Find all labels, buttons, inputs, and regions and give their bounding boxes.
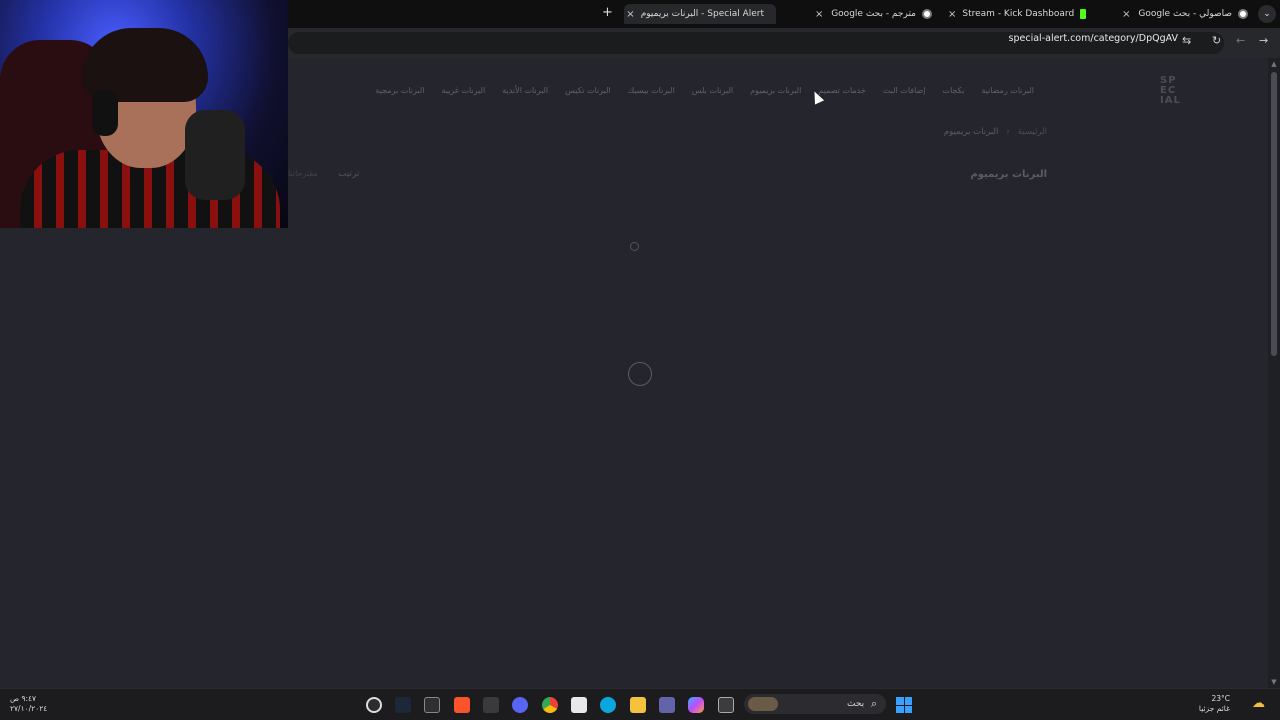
site-settings-icon[interactable]: ⇆ [1182,35,1191,47]
microphone [185,110,245,200]
search-highlight-image [748,697,778,711]
brave-icon[interactable] [454,697,470,713]
nav-item[interactable]: البرنات برمجية [375,86,424,95]
nav-item[interactable]: البرنات بيسيك [628,86,675,95]
site-nav: البرنات رمضانية بكجات إضافات البث خدمات … [375,86,1034,95]
scroll-up-icon[interactable]: ▲ [1269,60,1279,68]
loading-spinner [628,362,652,386]
steam-icon[interactable] [395,697,411,713]
close-icon[interactable]: × [626,9,634,20]
back-icon[interactable]: ← [1236,35,1245,47]
partly-cloudy-icon: ☁ [1252,696,1265,711]
google-icon [922,9,932,19]
tab-title: مترجم - بحث Google [831,9,916,19]
screen: ⌄ صاصولي - بحث Google × Stream - Kick Da… [0,0,1280,720]
nav-item[interactable]: خدمات تصميم [818,86,865,95]
taskbar-clock[interactable]: ٩:٤٧ ص ٢٧/١٠/٢٠٢٤ [10,694,47,714]
nav-item[interactable]: البرنات بريميوم [750,86,801,95]
nav-item[interactable]: البرنات تكيس [565,86,610,95]
discord-icon[interactable] [512,697,528,713]
reload-icon[interactable]: ↻ [1212,35,1221,47]
nav-item[interactable]: بكجات [943,86,965,95]
weather-temperature: 23°C [1211,694,1230,703]
page-scrollbar[interactable]: ▲ ▼ [1268,58,1280,688]
nav-item[interactable]: البرنات بلس [692,86,733,95]
nav-item[interactable]: إضافات البث [883,86,926,95]
nav-item[interactable]: البرنات غريبة [441,86,485,95]
tab-special-alert[interactable]: Special Alert - البرنات بريميوم × [624,4,776,24]
scroll-down-icon[interactable]: ▼ [1269,678,1279,686]
windows-start-icon[interactable] [896,697,912,713]
google-icon [1238,9,1248,19]
copilot-icon[interactable] [688,697,704,713]
tab-search-button[interactable]: ⌄ [1258,5,1276,23]
weather-description: غائم جزئيا [1198,704,1230,713]
url-text[interactable]: special-alert.com/category/DpQgAV [1009,33,1178,44]
tab-google-search[interactable]: صاصولي - بحث Google × [1098,4,1254,24]
kick-icon [1080,9,1086,19]
tab-title: صاصولي - بحث Google [1138,9,1232,19]
clock-date: ٢٧/١٠/٢٠٢٤ [10,704,48,713]
webcam-overlay [0,0,288,228]
close-icon[interactable]: × [948,9,956,20]
new-tab-button[interactable]: + [602,6,613,20]
breadcrumb-home[interactable]: الرئيسية [1018,127,1047,137]
tab-translator-search[interactable]: مترجم - بحث Google × [786,4,938,24]
breadcrumb-separator: ‹ [1006,127,1010,137]
suggestions-label[interactable]: مقترحاتنا [288,169,318,178]
breadcrumb: الرئيسية ‹ البرنات بريميوم [944,127,1047,137]
headphones-icon [92,90,118,136]
nav-item[interactable]: البرنات الأندية [502,86,548,95]
chrome-icon[interactable] [542,697,558,713]
search-icon: ⌕ [871,697,878,710]
nav-item[interactable]: البرنات رمضانية [981,86,1034,95]
chevron-down-icon: ⌄ [1263,9,1271,19]
loading-spinner-small [630,242,639,251]
tab-kick-dashboard[interactable]: Stream - Kick Dashboard × [942,4,1092,24]
edge-icon[interactable] [600,697,616,713]
breadcrumb-current: البرنات بريميوم [943,127,999,137]
search-placeholder[interactable]: بحث [847,699,864,709]
clock-time: ٩:٤٧ ص [10,694,37,703]
scrollbar-thumb[interactable] [1271,72,1277,356]
clock-app-icon[interactable] [366,697,382,713]
obs-icon[interactable] [483,697,499,713]
xbox-icon[interactable] [424,697,440,713]
taskbar-weather[interactable]: 23°C غائم جزئيا [1199,694,1230,714]
close-icon[interactable]: × [813,9,825,20]
file-explorer-icon[interactable] [630,697,646,713]
tab-title: Special Alert - البرنات بريميوم [640,9,764,19]
teams-icon[interactable] [659,697,675,713]
task-view-icon[interactable] [718,697,734,713]
sort-button[interactable]: ترتيب [338,169,360,179]
close-icon[interactable]: × [1120,9,1132,20]
store-icon[interactable] [571,697,587,713]
site-logo[interactable]: SP EC IAL [1160,76,1196,108]
tab-title: Stream - Kick Dashboard [962,9,1075,19]
forward-icon[interactable]: → [1259,35,1268,47]
page-title: البرنات بريميوم [970,169,1047,180]
